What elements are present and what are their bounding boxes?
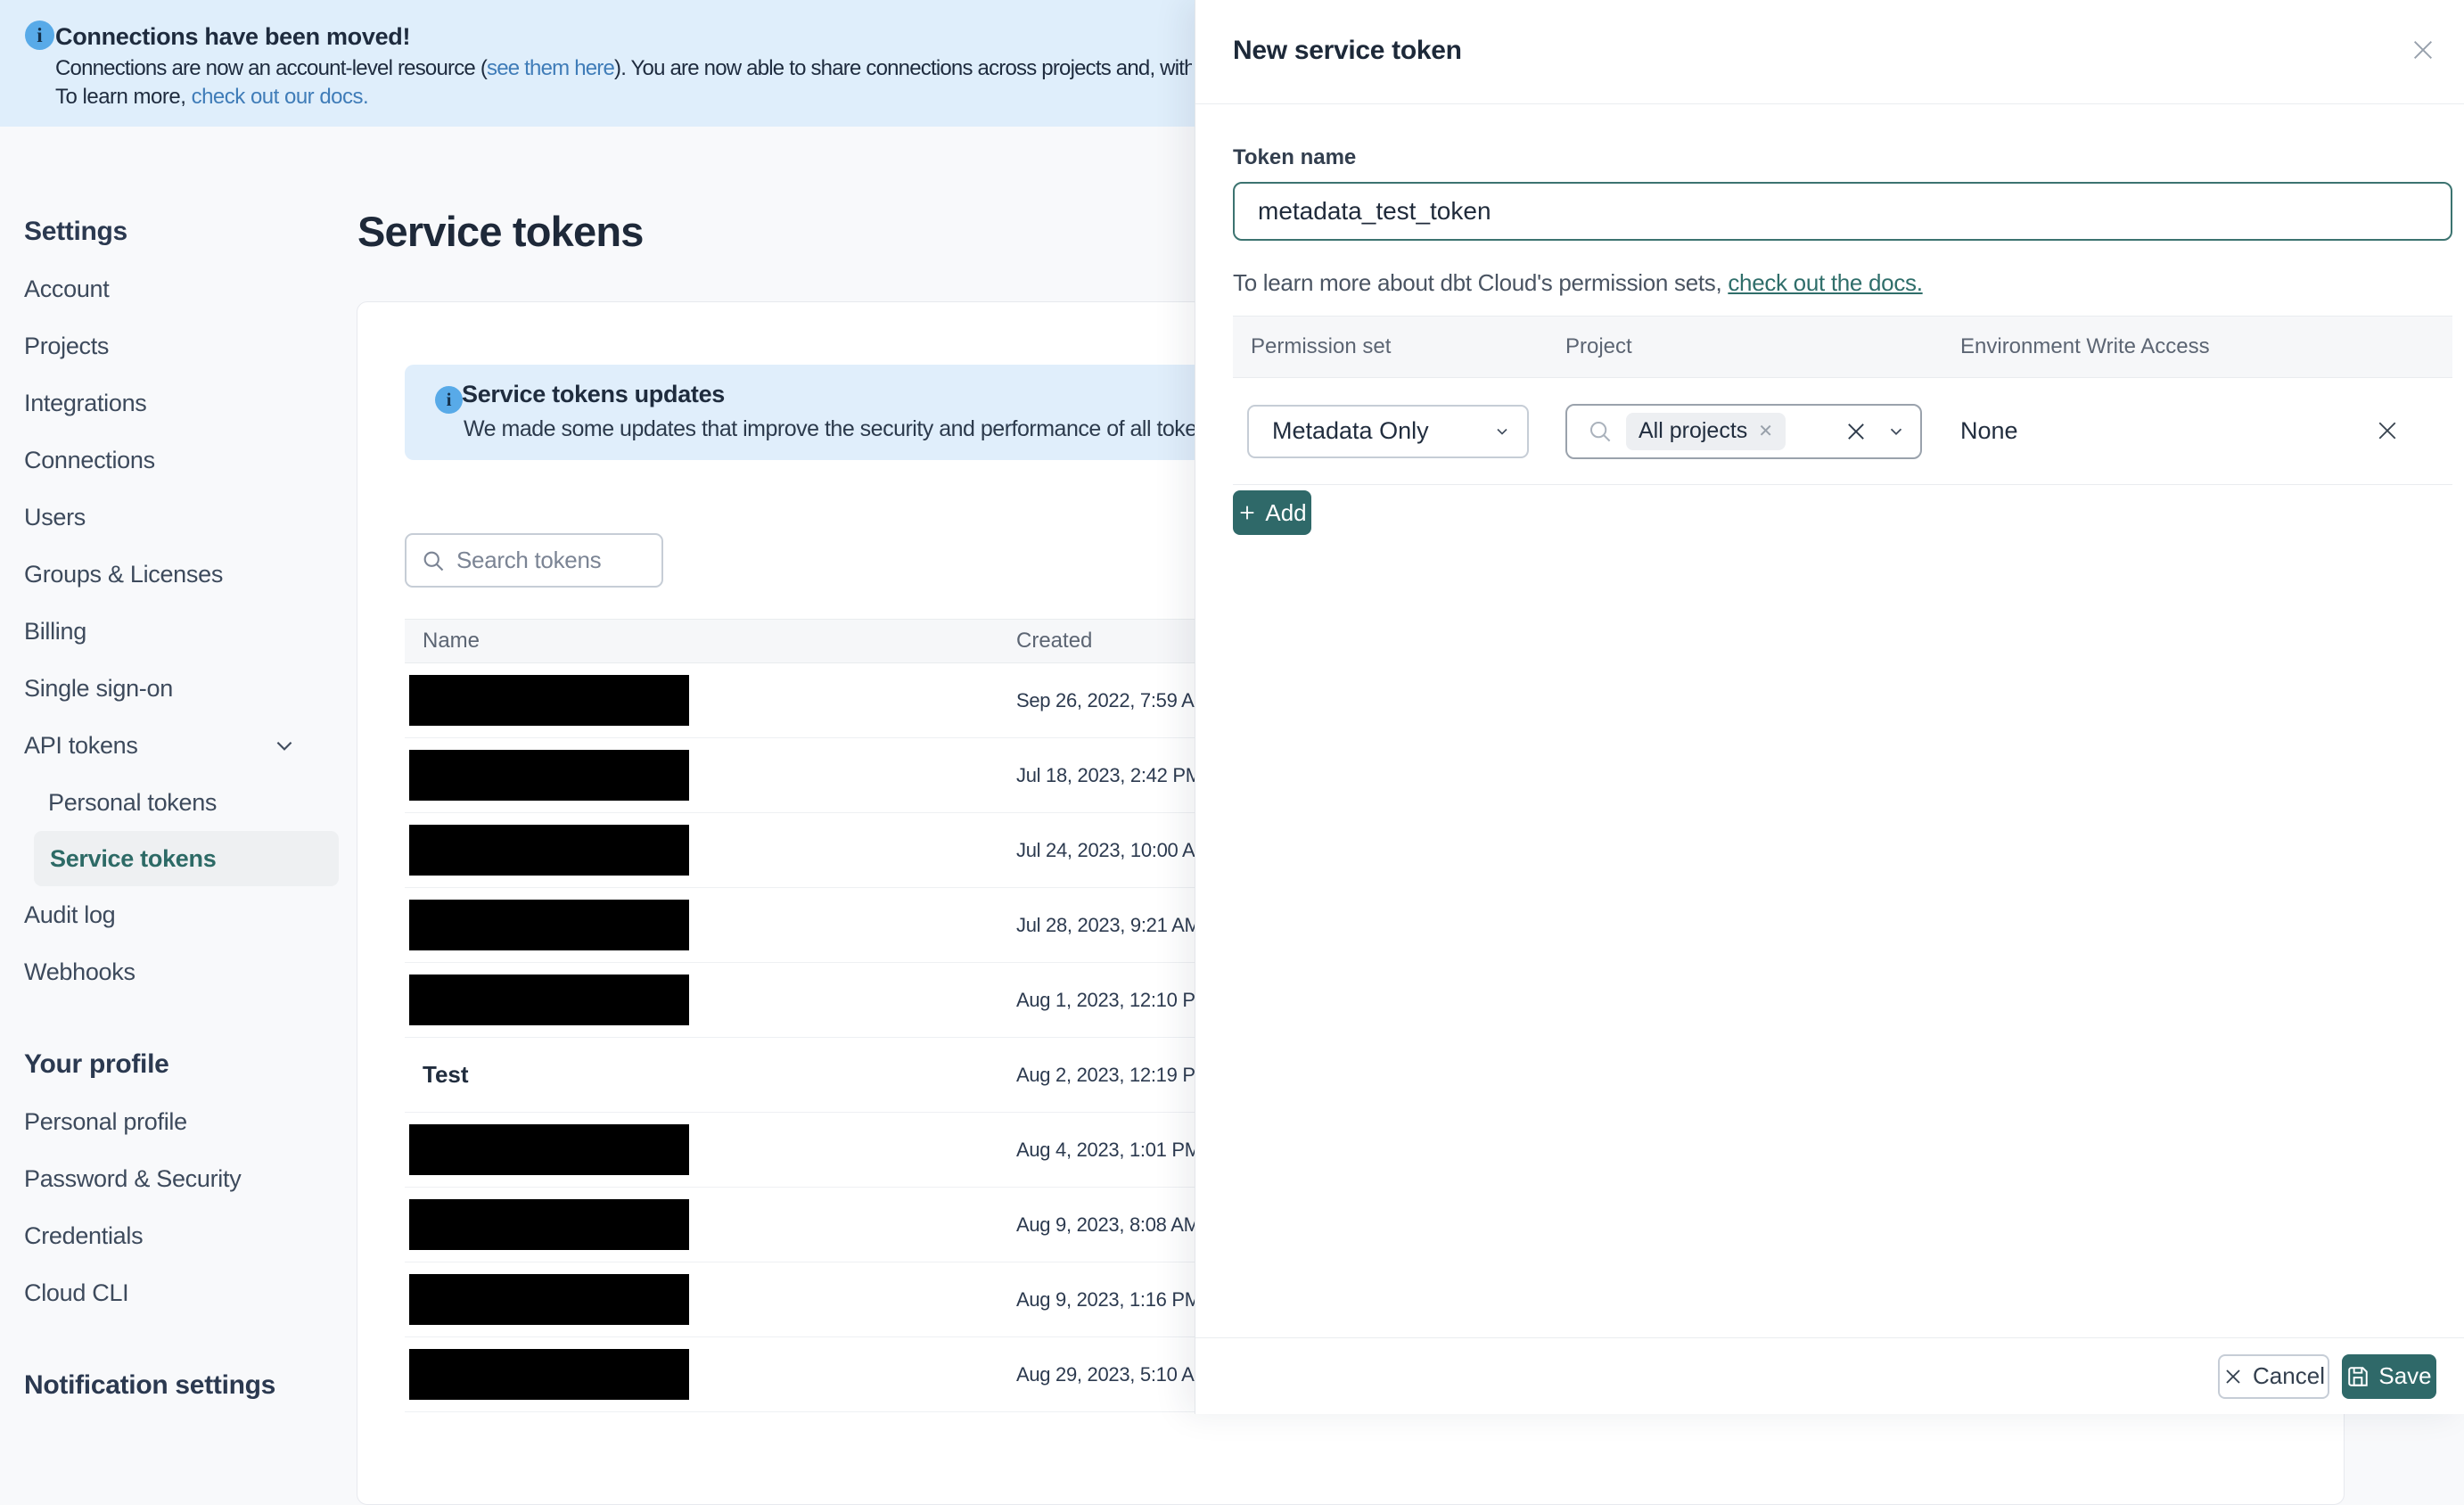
drawer-body: Token name To learn more about dbt Cloud… (1195, 145, 2464, 535)
settings-sidebar: Settings Account Projects Integrations C… (0, 127, 357, 1414)
redacted-token-name (409, 750, 689, 801)
sidebar-item-password-security[interactable]: Password & Security (0, 1150, 357, 1207)
sidebar-heading-notification-settings: Notification settings (24, 1370, 276, 1400)
sidebar-item-personal-profile[interactable]: Personal profile (0, 1093, 357, 1150)
banner-title: Connections have been moved! (55, 23, 411, 50)
sidebar-item-billing[interactable]: Billing (0, 603, 357, 660)
chevron-down-icon (1493, 423, 1511, 440)
sidebar-item-integrations[interactable]: Integrations (0, 374, 357, 432)
sidebar-item-cloud-cli[interactable]: Cloud CLI (0, 1264, 357, 1321)
cancel-button-label: Cancel (2253, 1362, 2325, 1389)
permissions-table-header: Permission set Project Environment Write… (1233, 316, 2452, 378)
redacted-token-name (409, 1124, 689, 1175)
chip-label: All projects (1639, 418, 1748, 443)
redacted-token-name (409, 1199, 689, 1250)
close-icon[interactable] (2403, 30, 2443, 70)
chevron-down-icon (273, 734, 296, 757)
sidebar-item-webhooks[interactable]: Webhooks (0, 943, 357, 1000)
save-icon (2346, 1365, 2370, 1388)
banner-learn-more: To learn more, check out our docs. (55, 85, 369, 110)
permission-row: Metadata Only All projects ✕ None (1233, 378, 2452, 485)
all-projects-chip[interactable]: All projects ✕ (1626, 412, 1786, 450)
token-name-input[interactable] (1233, 182, 2452, 241)
info-icon: i (25, 21, 54, 50)
sidebar-item-projects[interactable]: Projects (0, 317, 357, 374)
redacted-token-name (409, 900, 689, 950)
token-name-label: Token name (1233, 145, 1357, 169)
search-tokens-input[interactable] (456, 547, 635, 574)
column-header-permission-set: Permission set (1251, 334, 1392, 358)
plus-icon (1237, 503, 1257, 522)
redacted-token-name (409, 675, 689, 726)
see-them-here-link[interactable]: see them here (487, 56, 615, 80)
sidebar-heading-settings: Settings (24, 217, 127, 246)
sidebar-item-groups-licenses[interactable]: Groups & Licenses (0, 546, 357, 603)
page-title: Service tokens (357, 208, 644, 255)
sidebar-item-connections[interactable]: Connections (0, 432, 357, 489)
remove-permission-row-icon[interactable] (2374, 417, 2401, 444)
new-service-token-drawer: New service token Token name To learn mo… (1195, 0, 2464, 1414)
redacted-token-name (409, 975, 689, 1025)
sidebar-item-audit-log[interactable]: Audit log (0, 886, 357, 943)
close-icon (2222, 1366, 2244, 1387)
sidebar-item-single-sign-on[interactable]: Single sign-on (0, 660, 357, 717)
redacted-token-name (409, 825, 689, 876)
banner-message-post: ). You are now able to share connections… (614, 56, 1192, 80)
search-icon (1587, 418, 1614, 445)
project-multiselect[interactable]: All projects ✕ (1565, 403, 1922, 459)
add-permission-button[interactable]: Add (1233, 490, 1311, 535)
column-header-environment-write-access: Environment Write Access (1960, 334, 2210, 358)
permission-set-value: Metadata Only (1272, 417, 1429, 444)
info-icon: i (435, 386, 463, 414)
permission-docs-line: To learn more about dbt Cloud's permissi… (1233, 269, 2452, 297)
sidebar-item-api-tokens[interactable]: API tokens (0, 717, 357, 774)
save-button-label: Save (2378, 1362, 2432, 1389)
infobox-title: Service tokens updates (462, 381, 726, 407)
sidebar-item-credentials[interactable]: Credentials (0, 1207, 357, 1264)
sidebar-item-api-tokens-label: API tokens (24, 731, 138, 759)
remove-chip-icon[interactable]: ✕ (1758, 420, 1773, 442)
drawer-footer: Cancel Save (1195, 1337, 2464, 1414)
search-icon (421, 548, 446, 573)
column-header-project: Project (1565, 334, 1632, 358)
banner-message-pre: Connections are now an account-level res… (55, 56, 488, 80)
drawer-title: New service token (1233, 36, 1462, 65)
add-button-label: Add (1265, 498, 1307, 526)
cancel-button[interactable]: Cancel (2218, 1353, 2329, 1399)
check-out-the-docs-link[interactable]: check out the docs. (1728, 269, 1923, 296)
redacted-token-name (409, 1274, 689, 1325)
drawer-header: New service token (1195, 0, 2464, 104)
sidebar-item-account[interactable]: Account (0, 260, 357, 317)
clear-selection-icon[interactable] (1844, 419, 1869, 444)
save-button[interactable]: Save (2342, 1353, 2436, 1399)
permission-set-select[interactable]: Metadata Only (1247, 404, 1529, 458)
search-tokens-box[interactable] (405, 533, 663, 588)
sidebar-item-service-tokens-selected[interactable]: Service tokens (34, 831, 339, 886)
banner-learn-more-pre: To learn more, (55, 85, 192, 109)
banner-message: Connections are now an account-level res… (55, 56, 1192, 81)
column-header-name: Name (423, 629, 480, 653)
sidebar-heading-your-profile: Your profile (24, 1049, 169, 1079)
redacted-token-name (409, 1349, 689, 1400)
docs-line-pre: To learn more about dbt Cloud's permissi… (1233, 269, 1729, 296)
sidebar-item-users[interactable]: Users (0, 489, 357, 546)
token-name: Test (423, 1061, 469, 1088)
check-docs-link[interactable]: check out our docs. (192, 85, 369, 109)
sidebar-item-personal-tokens[interactable]: Personal tokens (0, 774, 357, 831)
chevron-down-icon[interactable] (1886, 422, 1906, 441)
